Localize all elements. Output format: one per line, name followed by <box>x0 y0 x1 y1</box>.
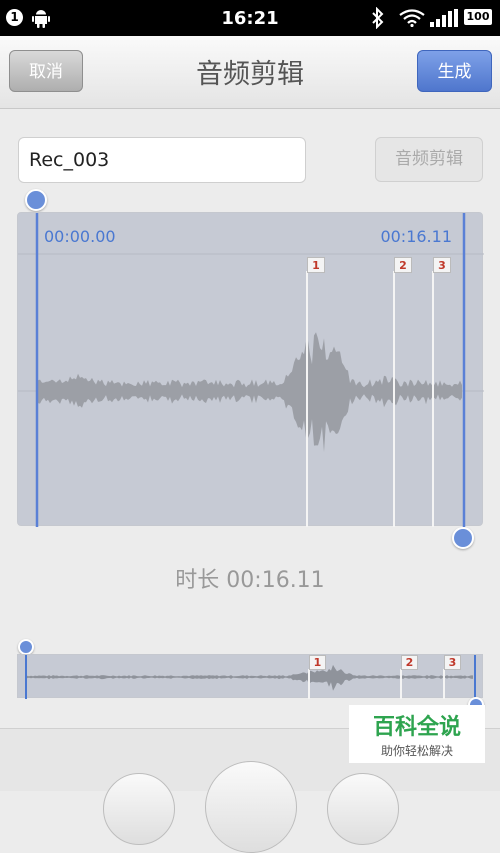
wifi-icon <box>399 9 425 27</box>
mini-marker-2[interactable]: 2 <box>401 655 418 670</box>
mini-marker-3[interactable]: 3 <box>444 655 461 670</box>
marker-1[interactable]: 1 <box>307 257 325 273</box>
watermark: 百科全说 助你轻松解决 <box>349 705 485 763</box>
signal-icon <box>430 9 458 27</box>
marker-2[interactable]: 2 <box>394 257 412 273</box>
filename-input[interactable]: Rec_003 <box>18 137 306 183</box>
battery-icon: 100 <box>464 9 492 25</box>
header-bar: 取消 音频剪辑 生成 <box>0 36 500 109</box>
mini-marker-1[interactable]: 1 <box>309 655 326 670</box>
start-time-label: 00:00.00 <box>44 227 116 246</box>
end-time-label: 00:16.11 <box>380 227 452 246</box>
bluetooth-icon <box>372 7 384 29</box>
waveform-graphic <box>18 213 484 527</box>
forward-button[interactable] <box>327 773 399 845</box>
waveform-panel[interactable]: 00:00.00 00:16.11 1 2 3 <box>17 212 484 527</box>
play-button[interactable] <box>205 761 297 853</box>
start-handle[interactable] <box>25 189 47 211</box>
status-time: 16:21 <box>221 8 279 29</box>
audio-edit-button[interactable]: 音频剪辑 <box>375 137 483 182</box>
watermark-title: 百科全说 <box>372 715 461 740</box>
duration-label: 时长 00:16.11 <box>175 568 325 593</box>
mini-start-handle[interactable] <box>18 639 34 655</box>
status-bar: 1 16:21 100 <box>0 0 500 36</box>
rewind-button[interactable] <box>103 773 175 845</box>
marker-3[interactable]: 3 <box>433 257 451 273</box>
overview-panel[interactable]: 1 2 3 <box>17 654 483 699</box>
watermark-subtitle: 助你轻松解决 <box>380 744 453 758</box>
generate-button[interactable]: 生成 <box>417 50 492 92</box>
end-handle[interactable] <box>452 527 474 549</box>
